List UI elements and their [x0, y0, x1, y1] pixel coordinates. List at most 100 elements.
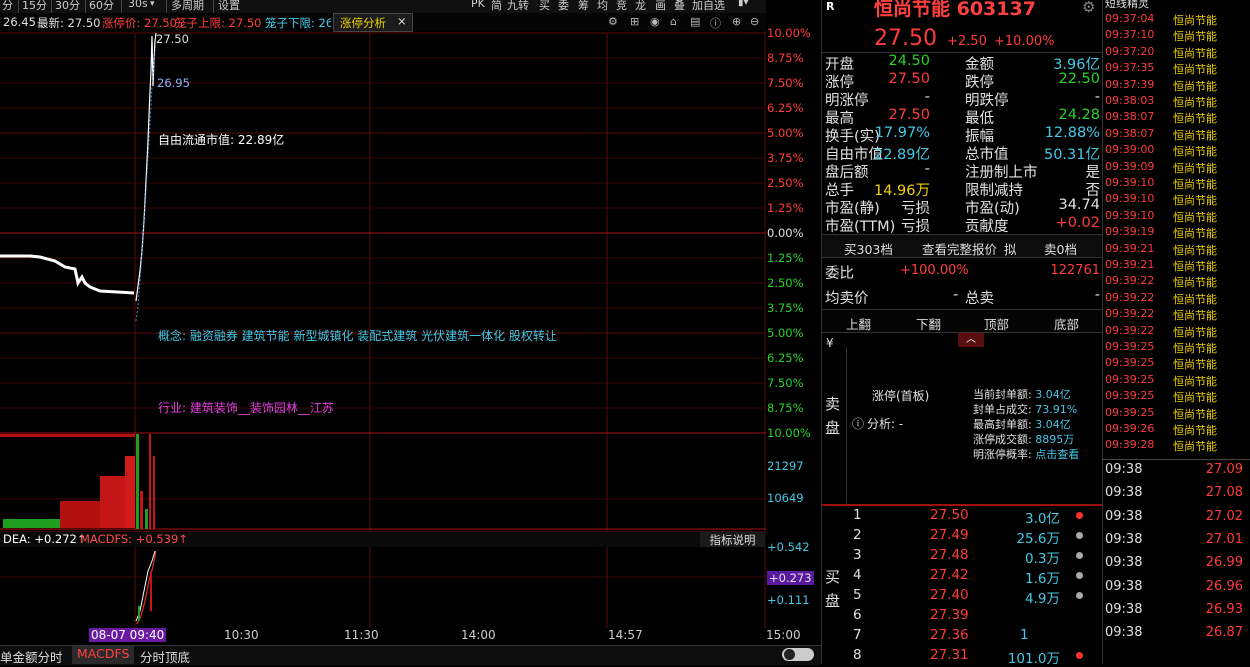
simulate-button[interactable]: 拟	[1004, 239, 1017, 258]
tab-period-30m[interactable]: 30分	[55, 0, 80, 13]
avg-button[interactable]: 均	[597, 0, 608, 13]
alert-row[interactable]: 09:39:22 恒尚节能	[1105, 274, 1217, 289]
simple-button[interactable]: 简	[491, 0, 502, 13]
bottom-tab-bar: 单金额分时 MACDFS 分时顶底	[0, 645, 821, 665]
alert-row[interactable]: 09:39:25 恒尚节能	[1105, 389, 1217, 404]
indicator-help-button[interactable]: 指标说明	[700, 532, 765, 547]
page-down-button[interactable]: 下翻	[916, 314, 941, 333]
macd-axis-top: +0.542	[767, 540, 810, 554]
tab-macdfs[interactable]: MACDFS	[72, 646, 135, 664]
tab-amount-intraday[interactable]: 单金额分时	[0, 647, 63, 666]
order-button[interactable]: 委	[558, 0, 569, 13]
trash-icon[interactable]: ⌂	[670, 15, 677, 28]
tab-period-min[interactable]: 分	[2, 0, 13, 13]
add-watchlist-button[interactable]: 加自选	[692, 0, 725, 13]
alert-row[interactable]: 09:39:26 恒尚节能	[1105, 422, 1217, 437]
alert-row[interactable]: 09:39:25 恒尚节能	[1105, 340, 1217, 355]
pk-button[interactable]: PK	[471, 0, 485, 10]
toggle-switch[interactable]	[782, 648, 814, 661]
buy-order-row[interactable]: 3 27.48 0.3万	[825, 547, 1100, 567]
eye-icon[interactable]: ◉	[650, 15, 660, 28]
alert-row[interactable]: 09:39:00 恒尚节能	[1105, 143, 1217, 158]
nine-turn-button[interactable]: 九转	[507, 0, 529, 13]
grid-icon[interactable]: ⊞	[630, 15, 639, 28]
tab-period-15m[interactable]: 15分	[22, 0, 47, 13]
buy-order-row[interactable]: 5 27.40 4.9万	[825, 587, 1100, 607]
panel-settings-icon[interactable]: ⚙	[1082, 0, 1095, 16]
alert-row[interactable]: 09:37:10 恒尚节能	[1105, 28, 1217, 43]
zoom-in-icon[interactable]: ⊕	[732, 15, 741, 28]
probability-link[interactable]: 点击查看	[1035, 448, 1079, 461]
alert-row[interactable]: 09:39:25 恒尚节能	[1105, 373, 1217, 388]
bottom-button[interactable]: 底部	[1054, 314, 1079, 333]
draw-button[interactable]: 画	[655, 0, 666, 13]
alert-row[interactable]: 09:37:04 恒尚节能	[1105, 12, 1217, 27]
buy-depth-button[interactable]: 买303档	[844, 239, 893, 258]
float-market-value-label: 自由流通市值: 22.89亿	[158, 133, 285, 147]
tab-multi-period[interactable]: 多周期	[171, 0, 204, 13]
alert-row[interactable]: 09:39:21 恒尚节能	[1105, 242, 1217, 257]
alert-row[interactable]: 09:39:28 恒尚节能	[1105, 438, 1217, 453]
alert-row[interactable]: 09:39:10 恒尚节能	[1105, 176, 1217, 191]
quote-row: 换手(实) 17.97% 振幅 12.88%	[825, 125, 1100, 145]
alert-row[interactable]: 09:39:22 恒尚节能	[1105, 324, 1217, 339]
alert-row[interactable]: 09:38:03 恒尚节能	[1105, 94, 1217, 109]
close-icon[interactable]: ×	[397, 14, 407, 28]
alert-row[interactable]: 09:39:22 恒尚节能	[1105, 291, 1217, 306]
trade-row: 09:38 26.93	[1105, 601, 1243, 617]
info-icon[interactable]: ⓘ	[710, 15, 721, 31]
alert-row[interactable]: 09:37:39 恒尚节能	[1105, 78, 1217, 93]
page-up-button[interactable]: 上翻	[846, 314, 871, 333]
buy-order-row[interactable]: 2 27.49 25.6万	[825, 527, 1100, 547]
quote-row: 涨停 27.50 跌停 22.50	[825, 71, 1100, 91]
auction-button[interactable]: 竞	[616, 0, 627, 13]
full-quote-button[interactable]: 查看完整报价	[922, 239, 997, 258]
tab-intraday-top-bottom[interactable]: 分时顶底	[140, 647, 190, 666]
alert-row[interactable]: 09:39:22 恒尚节能	[1105, 307, 1217, 322]
chip-button[interactable]: 筹	[578, 0, 589, 13]
tab-limit-analysis[interactable]: 涨停分析 ×	[333, 13, 413, 32]
collapse-up-icon[interactable]: ︿	[958, 333, 984, 347]
tab-period-30s[interactable]: 30s	[128, 0, 148, 10]
alert-row[interactable]: 09:39:10 恒尚节能	[1105, 192, 1217, 207]
dragon-button[interactable]: 龙	[635, 0, 646, 13]
trade-row: 09:38 27.01	[1105, 531, 1243, 547]
weibi-row: 委比 +100.00% 122761	[825, 263, 1100, 282]
cage-lower-label: 笼子下限: 26	[265, 16, 331, 30]
layout-icon[interactable]: ▤	[690, 15, 700, 28]
buy-order-row[interactable]: 6 27.39	[825, 607, 1100, 627]
alert-row[interactable]: 09:38:07 恒尚节能	[1105, 127, 1217, 142]
trade-row: 09:38 26.99	[1105, 555, 1243, 571]
alert-row[interactable]: 09:39:21 恒尚节能	[1105, 258, 1217, 273]
macd-axis-current: +0.273	[767, 571, 814, 585]
trade-row: 09:38 26.96	[1105, 578, 1243, 594]
buy-order-row[interactable]: 8 27.31 101.0万	[825, 647, 1100, 667]
macdfs-label: MACDFS: +0.539↑	[80, 532, 188, 546]
top-button[interactable]: 顶部	[984, 314, 1009, 333]
settings-button[interactable]: 设置	[218, 0, 240, 13]
buy-order-row[interactable]: 1 27.50 3.0亿	[825, 507, 1100, 527]
trade-row: 09:38 26.87	[1105, 625, 1243, 641]
alert-row[interactable]: 09:39:19 恒尚节能	[1105, 225, 1217, 240]
tab-period-60m[interactable]: 60分	[89, 0, 114, 13]
settings-gear-icon[interactable]: ⚙	[608, 15, 618, 28]
overlay-button[interactable]: 叠	[674, 0, 685, 13]
zoom-out-icon[interactable]: ⊖	[750, 15, 759, 28]
quote-panel: R 恒尚节能 603137 ⚙ 27.50 +2.50 +10.00% 开盘 24…	[821, 0, 1103, 667]
sell-depth-button[interactable]: 卖0档	[1044, 239, 1077, 258]
period-toolbar: 分 15分 30分 60分 30s ▾ 多周期 设置 PK 简 九转 买 委 筹…	[0, 0, 766, 14]
price-high-label: 27.50	[156, 32, 189, 46]
buy-order-row[interactable]: 7 27.36 1	[825, 627, 1100, 647]
alert-row[interactable]: 09:39:25 恒尚节能	[1105, 356, 1217, 371]
alert-row[interactable]: 09:38:07 恒尚节能	[1105, 110, 1217, 125]
alert-row[interactable]: 09:39:10 恒尚节能	[1105, 209, 1217, 224]
buy-order-row[interactable]: 4 27.42 1.6万	[825, 567, 1100, 587]
buy-button[interactable]: 买	[539, 0, 550, 13]
dropdown-arrow-icon[interactable]: ▾	[150, 0, 155, 9]
toolbar-more-icon[interactable]: ▮▾	[738, 0, 749, 8]
alert-row[interactable]: 09:39:09 恒尚节能	[1105, 160, 1217, 175]
alert-row[interactable]: 09:37:35 恒尚节能	[1105, 61, 1217, 76]
alert-row[interactable]: 09:37:20 恒尚节能	[1105, 45, 1217, 60]
alert-row[interactable]: 09:39:25 恒尚节能	[1105, 406, 1217, 421]
quote-row: 市盈(静) 亏损 市盈(动) 34.74	[825, 197, 1100, 217]
